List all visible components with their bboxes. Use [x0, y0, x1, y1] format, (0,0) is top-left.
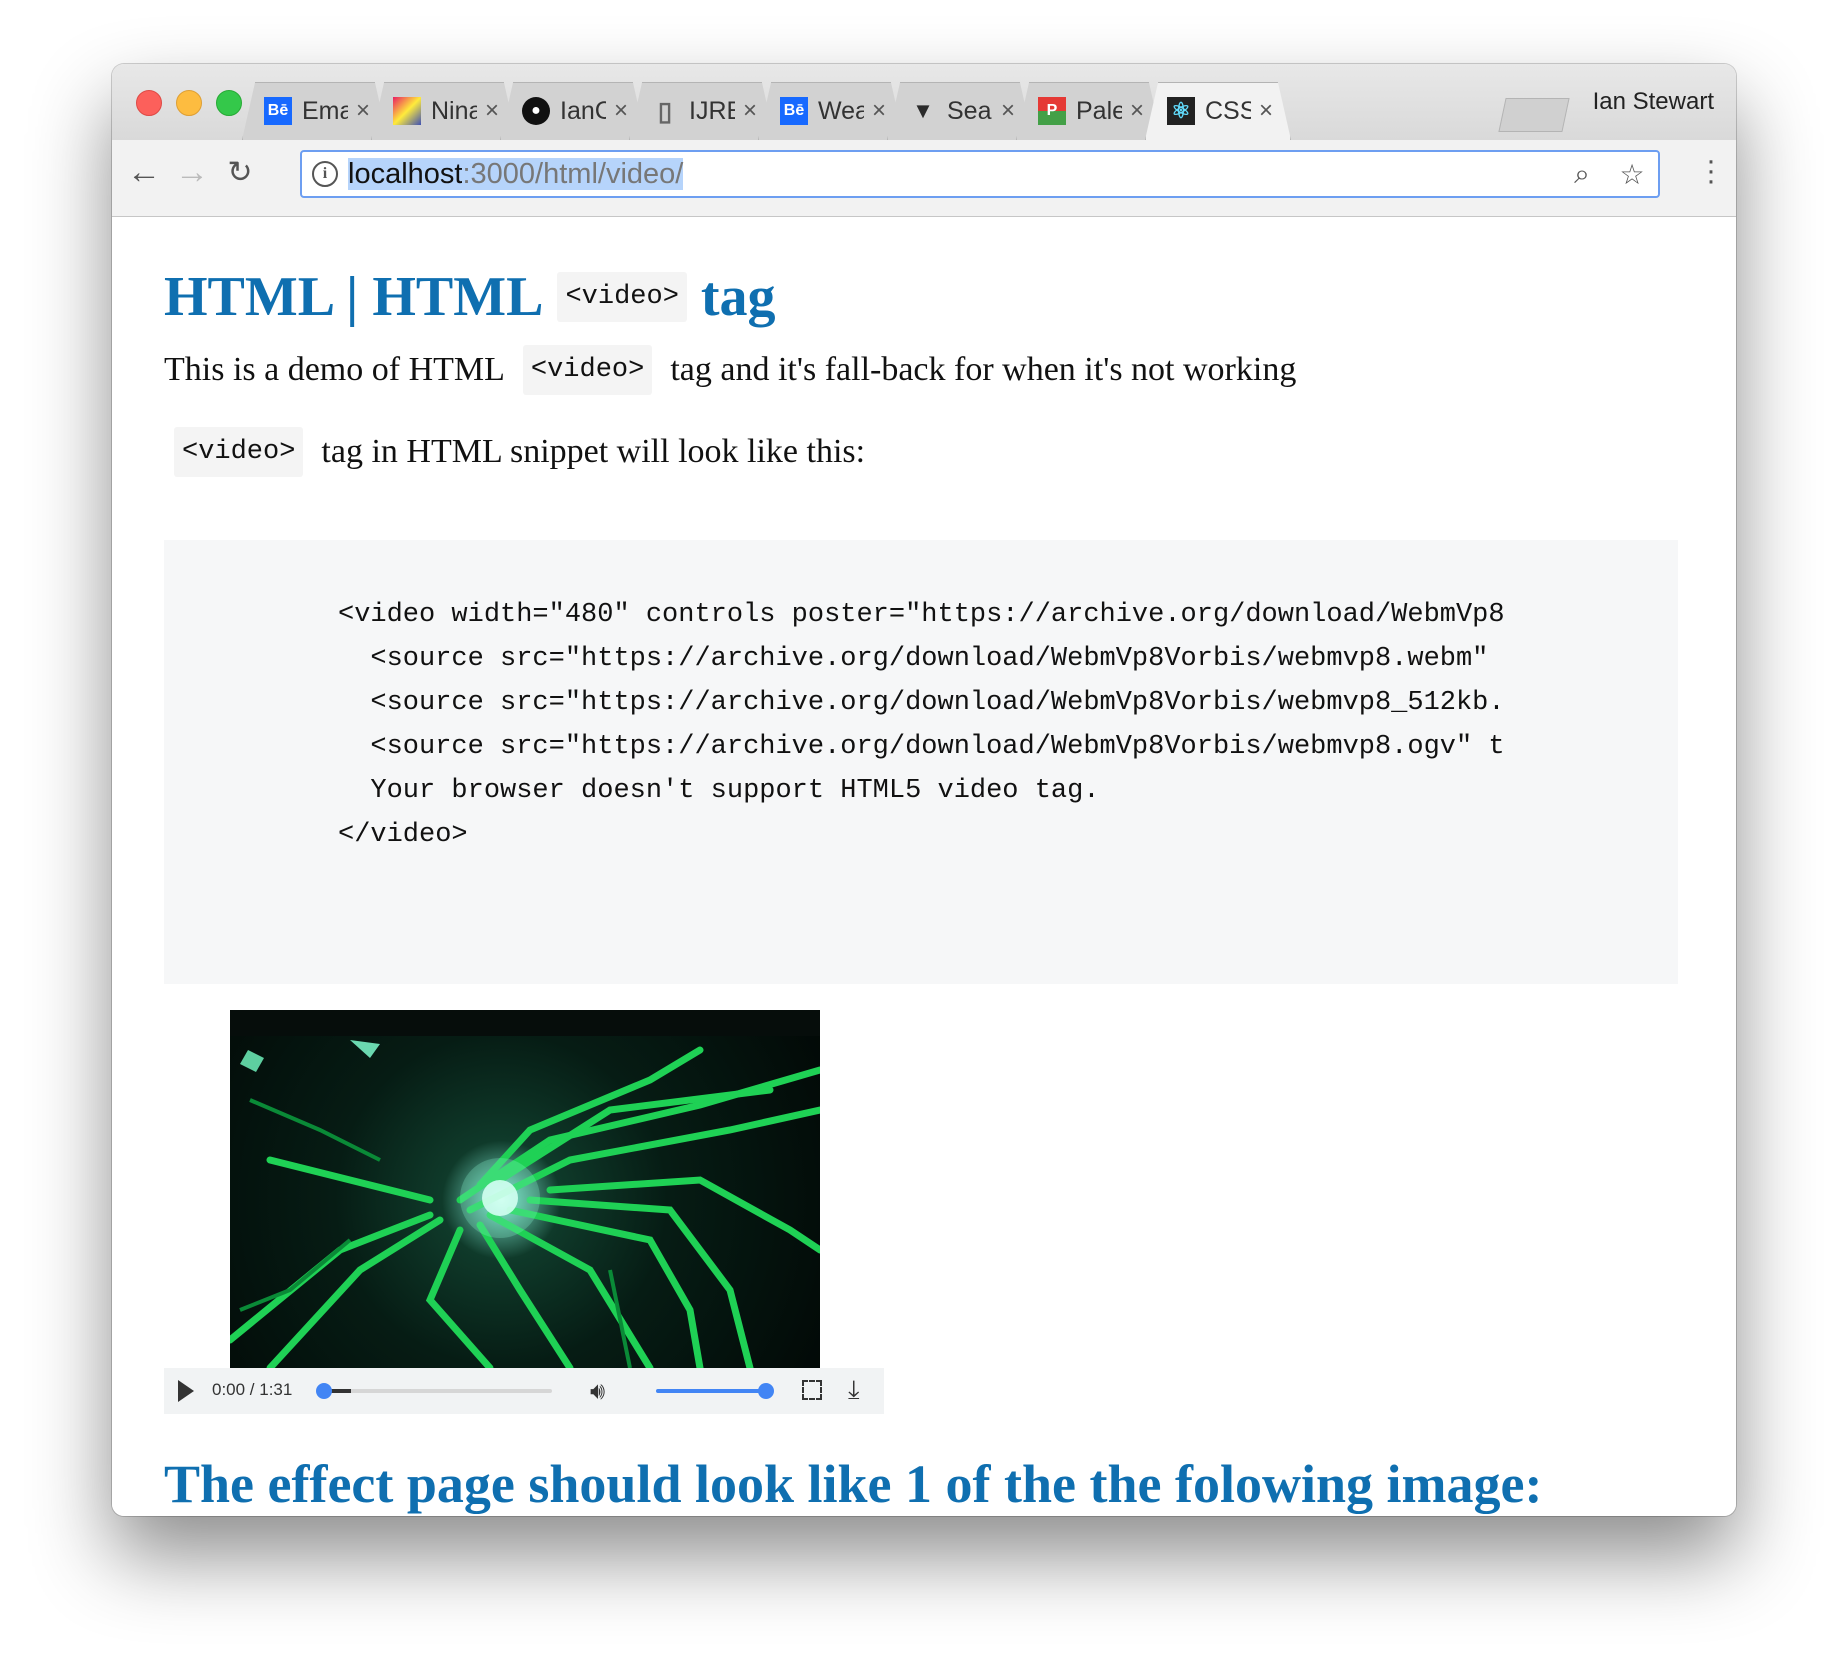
info-icon[interactable]: i [312, 161, 338, 187]
tab-title: IJRE [689, 96, 735, 125]
palette-icon: P [1038, 97, 1066, 125]
section-heading: The effect page should look like 1 of th… [164, 1454, 1543, 1514]
fullscreen-icon[interactable] [802, 1380, 822, 1400]
zoom-icon[interactable]: ⌕ [1564, 156, 1600, 192]
new-tab-button[interactable] [1498, 98, 1570, 132]
tab-title: Wea [818, 96, 864, 125]
tab-6[interactable]: ▼ Sea × [887, 82, 1033, 140]
tab-7[interactable]: P Pale × [1016, 82, 1162, 140]
bookmark-star-icon[interactable]: ☆ [1614, 156, 1650, 192]
tab-title: CSS [1205, 96, 1251, 125]
maximize-window-button[interactable] [216, 90, 242, 116]
video-controls: 0:00 / 1:31 🔊︎ ⤓ [164, 1368, 884, 1414]
video-player[interactable]: 0:00 / 1:31 🔊︎ ⤓ [164, 1010, 884, 1420]
tab-title: Pale [1076, 96, 1122, 125]
play-icon[interactable] [178, 1380, 194, 1402]
volume-icon[interactable]: 🔊︎ [590, 1378, 620, 1405]
code-line: </video> [338, 820, 468, 850]
inline-code: <video> [174, 427, 304, 477]
tab-5[interactable]: Bē Wea × [758, 82, 904, 140]
close-tab-icon[interactable]: × [872, 97, 886, 125]
behance-icon: Bē [264, 97, 292, 125]
snippet-intro: <video> tag in HTML snippet will look li… [174, 427, 865, 477]
forward-arrow-icon[interactable]: → [172, 152, 212, 192]
menu-dots-icon[interactable]: · · · [1706, 146, 1716, 196]
close-tab-icon[interactable]: × [356, 97, 370, 125]
tab-title: Ema [302, 96, 348, 125]
tab-8-active[interactable]: ⚛ CSS × [1145, 82, 1291, 140]
close-window-button[interactable] [136, 90, 162, 116]
close-tab-icon[interactable]: × [743, 97, 757, 125]
close-tab-icon[interactable]: × [485, 97, 499, 125]
code-line: <source src="https://archive.org/downloa… [338, 644, 1489, 674]
time-display: 0:00 / 1:31 [212, 1380, 293, 1399]
vue-like-icon: ▼ [912, 98, 934, 123]
page-content: HTML | HTML <video> tag This is a demo o… [112, 217, 1736, 1516]
tab-4[interactable]: ▯ IJRE × [629, 82, 775, 140]
browser-window: Bē Ema × Nina × ● IanC × ▯ IJRE × Bē Wea… [112, 64, 1736, 1516]
video-poster-image[interactable] [230, 1010, 820, 1368]
page-icon: ▯ [657, 95, 673, 126]
profile-name[interactable]: Ian Stewart [1593, 88, 1714, 116]
tab-title: Sea [947, 96, 992, 125]
tab-title: Nina [431, 96, 477, 125]
address-bar[interactable]: i localhost:3000/html/video/ ⌕ ☆ [300, 150, 1660, 198]
close-tab-icon[interactable]: × [1130, 97, 1144, 125]
tab-1[interactable]: Bē Ema × [242, 82, 388, 140]
inline-code: <video> [522, 345, 653, 395]
code-line: <video width="480" controls poster="http… [338, 600, 1505, 630]
page-title: HTML | HTML <video> tag [164, 266, 776, 328]
document-colorful-icon [393, 97, 421, 125]
code-block: <video width="480" controls poster="http… [164, 540, 1678, 984]
minimize-window-button[interactable] [176, 90, 202, 116]
tab-2[interactable]: Nina × [371, 82, 517, 140]
download-icon[interactable]: ⤓ [848, 1374, 860, 1406]
back-arrow-icon[interactable]: ← [124, 152, 164, 192]
seek-bar[interactable] [316, 1383, 552, 1399]
intro-paragraph: This is a demo of HTML <video> tag and i… [164, 345, 1296, 395]
close-tab-icon[interactable]: × [1001, 97, 1015, 125]
code-line: Your browser doesn't support HTML5 video… [338, 776, 1100, 806]
close-tab-icon[interactable]: × [614, 97, 628, 125]
close-tab-icon[interactable]: × [1259, 97, 1273, 125]
code-line: <source src="https://archive.org/downloa… [338, 688, 1505, 718]
behance-icon: Bē [780, 97, 808, 125]
tab-strip: Bē Ema × Nina × ● IanC × ▯ IJRE × Bē Wea… [112, 64, 1736, 140]
url-text[interactable]: localhost:3000/html/video/ [348, 157, 684, 191]
react-icon: ⚛ [1167, 97, 1195, 125]
inline-code: <video> [557, 272, 687, 322]
code-line: <source src="https://archive.org/downloa… [338, 732, 1505, 762]
reload-icon[interactable]: ↻ [220, 152, 260, 192]
volume-slider[interactable] [656, 1383, 774, 1399]
tab-title: IanC [560, 96, 606, 125]
github-icon: ● [522, 97, 550, 125]
browser-toolbar: ← → ↻ i localhost:3000/html/video/ ⌕ ☆ ·… [112, 140, 1736, 217]
tab-3[interactable]: ● IanC × [500, 82, 646, 140]
